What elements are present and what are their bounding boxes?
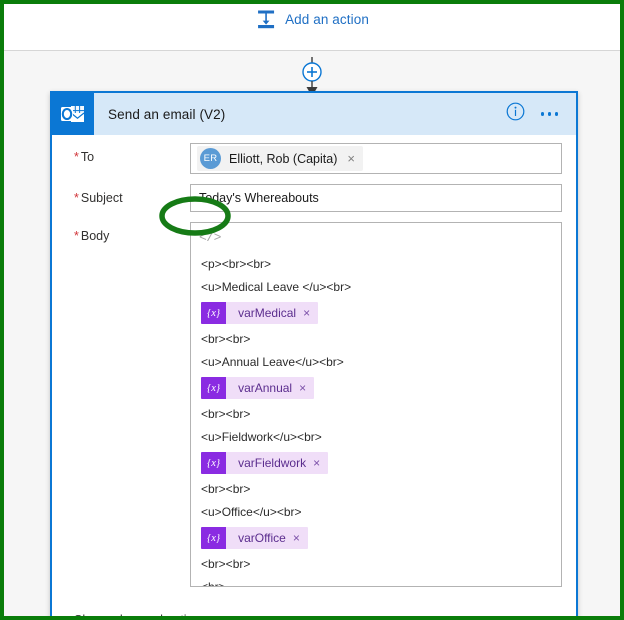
add-an-action-button[interactable]: Add an action xyxy=(255,8,369,30)
body-line: {x} varAnnual × xyxy=(201,374,551,403)
field-row-body: * Body </> <p><br><br> <u>Medical Leave </… xyxy=(66,222,562,587)
variable-token-label: varAnnual xyxy=(238,381,293,395)
subject-field-control[interactable]: Today's Whereabouts xyxy=(190,184,562,212)
variable-badge-icon: {x} xyxy=(201,527,227,549)
body-line: <u>Office</u><br> xyxy=(201,505,302,519)
body-line: <br><br> xyxy=(201,557,251,571)
body-line: {x} varOffice × xyxy=(201,524,551,553)
card-body: * To ER Elliott, Rob (Capita) × * Subjec… xyxy=(52,135,576,587)
close-icon[interactable]: × xyxy=(299,377,314,399)
close-icon[interactable]: × xyxy=(303,302,318,324)
body-line: {x} varFieldwork × xyxy=(201,449,551,478)
variable-token-label: varFieldwork xyxy=(238,456,307,470)
show-advanced-options-button[interactable]: Show advanced options xyxy=(74,611,229,620)
card-header[interactable]: Send an email (V2) xyxy=(52,93,576,135)
variable-badge-icon: {x} xyxy=(201,377,227,399)
avatar: ER xyxy=(200,148,221,169)
body-line: <u>Annual Leave</u><br> xyxy=(201,355,344,369)
subject-label: * Subject xyxy=(66,184,190,205)
outlook-icon xyxy=(52,93,94,135)
body-line: {x} varMedical × xyxy=(201,299,551,328)
required-marker: * xyxy=(74,229,79,243)
variable-token-label: varOffice xyxy=(238,531,286,545)
ellipsis-dot xyxy=(554,112,558,116)
recipient-name: Elliott, Rob (Capita) xyxy=(229,151,338,166)
body-editor-toolbar: </> xyxy=(191,223,561,249)
subject-value: Today's Whereabouts xyxy=(199,191,319,205)
to-label-text: To xyxy=(80,150,95,164)
required-marker: * xyxy=(74,191,79,205)
card-footer: Show advanced options xyxy=(52,597,576,620)
body-line: <br><br> xyxy=(201,482,251,496)
variable-badge-icon: {x} xyxy=(201,452,227,474)
close-icon[interactable]: × xyxy=(313,452,328,474)
code-view-icon[interactable]: </> xyxy=(199,230,221,245)
add-an-action-label: Add an action xyxy=(285,11,369,27)
body-line: <p><br><br> xyxy=(201,257,272,271)
close-icon[interactable]: × xyxy=(345,152,357,165)
chevron-down-icon xyxy=(216,611,229,616)
screenshot-root: Add an action Send an email (V2) * To ER… xyxy=(0,0,624,620)
ellipsis-dot xyxy=(547,112,551,116)
insert-action-icon xyxy=(255,8,277,30)
add-action-strip: Add an action xyxy=(4,4,620,50)
to-label: * To xyxy=(66,143,190,164)
body-label: * Body xyxy=(66,222,190,243)
variable-token[interactable]: {x} varOffice × xyxy=(201,527,308,549)
required-marker: * xyxy=(74,150,79,164)
recipient-pill[interactable]: ER Elliott, Rob (Capita) × xyxy=(197,146,363,171)
body-line: <u>Fieldwork</u><br> xyxy=(201,430,322,444)
variable-badge-icon: {x} xyxy=(201,302,227,324)
to-field-control[interactable]: ER Elliott, Rob (Capita) × xyxy=(190,143,562,174)
body-line: <br><br> xyxy=(201,407,251,421)
variable-token[interactable]: {x} varAnnual × xyxy=(201,377,315,399)
variable-token-label: varMedical xyxy=(238,306,297,320)
body-content[interactable]: <p><br><br> <u>Medical Leave </u><br> {x} v… xyxy=(191,249,561,587)
variable-token[interactable]: {x} varFieldwork × xyxy=(201,452,329,474)
body-line: <u>Medical Leave </u><br> xyxy=(201,280,352,294)
body-field-control[interactable]: </> <p><br><br> <u>Medical Leave </u><br>… xyxy=(190,222,562,587)
info-icon[interactable] xyxy=(506,102,525,126)
flow-canvas: Send an email (V2) * To ER Elliott, Rob … xyxy=(4,51,620,616)
to-input[interactable]: ER Elliott, Rob (Capita) × xyxy=(190,143,562,174)
show-advanced-options-label: Show advanced options xyxy=(74,613,207,620)
variable-token[interactable]: {x} varMedical × xyxy=(201,302,319,324)
field-row-subject: * Subject Today's Whereabouts xyxy=(66,184,562,212)
close-icon[interactable]: × xyxy=(293,527,308,549)
ellipsis-dot xyxy=(540,112,544,116)
subject-label-text: Subject xyxy=(80,191,123,205)
subject-input[interactable]: Today's Whereabouts xyxy=(190,184,562,212)
body-editor[interactable]: </> <p><br><br> <u>Medical Leave </u><br>… xyxy=(190,222,562,587)
card-title: Send an email (V2) xyxy=(108,106,226,122)
card-header-actions xyxy=(506,102,577,126)
field-row-to: * To ER Elliott, Rob (Capita) × xyxy=(66,143,562,174)
body-label-text: Body xyxy=(80,229,110,243)
ellipsis-icon[interactable] xyxy=(539,108,561,120)
send-email-action-card[interactable]: Send an email (V2) * To ER Elliott, Rob … xyxy=(50,91,578,620)
body-line: <hr> xyxy=(201,580,226,587)
body-line: <br><br> xyxy=(201,332,251,346)
